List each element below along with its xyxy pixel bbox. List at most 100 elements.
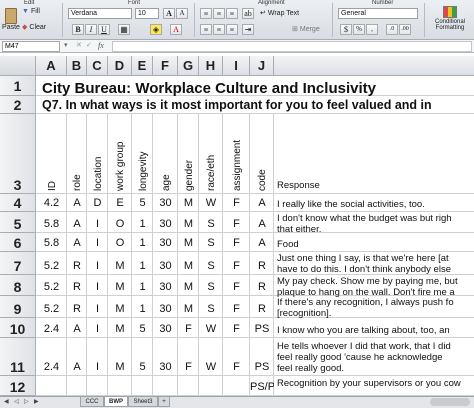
column-header-i[interactable]: I — [223, 56, 250, 76]
increase-decimal-icon[interactable]: .0 — [386, 24, 398, 35]
cell-f5[interactable]: 30 — [153, 218, 178, 230]
cell-j7[interactable]: R — [250, 260, 274, 272]
cell-i4[interactable]: F — [223, 197, 250, 209]
cell-d8[interactable]: M — [108, 281, 132, 293]
cell-c11[interactable]: I — [87, 361, 108, 373]
cell-h9[interactable]: S — [199, 303, 223, 315]
percent-icon[interactable]: % — [353, 24, 365, 35]
indent-icon[interactable]: ⇥ — [242, 24, 254, 35]
cell-i7[interactable]: F — [223, 260, 250, 272]
tab-ccc[interactable]: CCC — [80, 397, 104, 407]
clear-button[interactable]: ◆ Clear — [22, 23, 46, 32]
response-line[interactable]: feel really good 'cause he acknowledge — [274, 352, 474, 363]
cell-d6[interactable]: O — [108, 237, 132, 249]
cell-i9[interactable]: F — [223, 303, 250, 315]
cell-b7[interactable]: R — [67, 260, 87, 272]
cell-e5[interactable]: 1 — [132, 218, 153, 230]
cell-f9[interactable]: 30 — [153, 303, 178, 315]
orientation-icon[interactable]: ab — [242, 8, 254, 19]
merge-button[interactable]: ⊞ Merge — [292, 25, 320, 34]
row-header-11[interactable]: 11 — [0, 338, 36, 376]
tab-bwp[interactable]: BWP — [104, 397, 128, 407]
cell-e11[interactable]: 5 — [132, 361, 153, 373]
cell-c4[interactable]: D — [87, 197, 108, 209]
response-line[interactable]: My pay check. Show me by paying me, but — [274, 276, 474, 287]
borders-icon[interactable]: ▦ — [118, 24, 130, 35]
cell-b5[interactable]: A — [67, 218, 87, 230]
tab-sheet3[interactable]: Sheet3 — [128, 397, 158, 407]
decrease-decimal-icon[interactable]: .00 — [399, 24, 411, 35]
align-middle-icon[interactable]: ≡ — [213, 24, 225, 35]
cell-a11[interactable]: 2.4 — [36, 361, 67, 373]
cell-f6[interactable]: 30 — [153, 237, 178, 249]
cell-i11[interactable]: F — [223, 361, 250, 373]
column-header-j[interactable]: J — [250, 56, 274, 76]
cell-b8[interactable]: R — [67, 281, 87, 293]
align-right-icon[interactable]: ≡ — [226, 8, 238, 19]
response-line[interactable]: [recognition]. — [274, 308, 474, 319]
next-sheet-icon[interactable]: ▷ — [24, 398, 29, 405]
response-line[interactable]: feel really good. — [274, 363, 474, 374]
conditional-formatting-button[interactable]: Conditional Formatting — [428, 6, 472, 31]
function-icon[interactable]: fx — [98, 41, 104, 50]
cell-b10[interactable]: A — [67, 323, 87, 335]
row-header-1[interactable]: 1 — [0, 76, 36, 96]
cell-h7[interactable]: S — [199, 260, 223, 272]
cell-f11[interactable]: 30 — [153, 361, 178, 373]
cell-g10[interactable]: F — [178, 323, 199, 335]
formula-input[interactable] — [112, 41, 472, 52]
cell-d11[interactable]: M — [108, 361, 132, 373]
cell-j4[interactable]: A — [250, 197, 274, 209]
cell-g8[interactable]: M — [178, 281, 199, 293]
response-line[interactable]: I know who you are talking about, too, a… — [274, 325, 474, 336]
font-size-select[interactable]: 10 — [135, 8, 159, 19]
cell-j9[interactable]: R — [250, 303, 274, 315]
cell-f7[interactable]: 30 — [153, 260, 178, 272]
cell-j11[interactable]: PS — [250, 361, 274, 373]
cell-g4[interactable]: M — [178, 197, 199, 209]
underline-button[interactable]: U — [98, 24, 110, 35]
row-header-6[interactable]: 6 — [0, 233, 36, 252]
cell-e4[interactable]: 5 — [132, 197, 153, 209]
column-header-e[interactable]: E — [132, 56, 153, 76]
cell-j10[interactable]: PS — [250, 323, 274, 335]
cell-a7[interactable]: 5.2 — [36, 260, 67, 272]
response-line[interactable]: have to do this. I don't think anybody e… — [274, 264, 474, 275]
row-header-12[interactable]: 12 — [0, 376, 36, 396]
italic-button[interactable]: I — [85, 24, 97, 35]
cell-f8[interactable]: 30 — [153, 281, 178, 293]
cell-b9[interactable]: R — [67, 303, 87, 315]
response-line[interactable]: I really like the social activities, too… — [274, 199, 474, 210]
horizontal-scrollbar[interactable] — [430, 398, 470, 406]
cell-a8[interactable]: 5.2 — [36, 281, 67, 293]
cell-a6[interactable]: 5.8 — [36, 237, 67, 249]
cell-g5[interactable]: M — [178, 218, 199, 230]
cell-j6[interactable]: A — [250, 237, 274, 249]
column-header-a[interactable]: A — [36, 56, 67, 76]
cell-h4[interactable]: W — [199, 197, 223, 209]
cell-j8[interactable]: R — [250, 281, 274, 293]
response-line[interactable]: that either. — [274, 224, 474, 235]
align-center-icon[interactable]: ≡ — [213, 8, 225, 19]
column-header-k[interactable] — [274, 56, 474, 76]
cell-g9[interactable]: M — [178, 303, 199, 315]
cell-e7[interactable]: 1 — [132, 260, 153, 272]
cell-d5[interactable]: O — [108, 218, 132, 230]
cell-c8[interactable]: I — [87, 281, 108, 293]
cell-j12[interactable]: PS/P — [250, 381, 274, 393]
fill-color-icon[interactable]: ◈ — [150, 24, 162, 35]
column-header-f[interactable]: F — [153, 56, 178, 76]
row-header-7[interactable]: 7 — [0, 252, 36, 275]
cell-d7[interactable]: M — [108, 260, 132, 272]
cell-j5[interactable]: A — [250, 218, 274, 230]
cell-i6[interactable]: F — [223, 237, 250, 249]
cell-c7[interactable]: I — [87, 260, 108, 272]
row-header-4[interactable]: 4 — [0, 194, 36, 212]
cell-c5[interactable]: I — [87, 218, 108, 230]
cell-c10[interactable]: I — [87, 323, 108, 335]
cell-g7[interactable]: M — [178, 260, 199, 272]
column-header-g[interactable]: G — [178, 56, 199, 76]
column-header-h[interactable]: H — [199, 56, 223, 76]
cell-h10[interactable]: W — [199, 323, 223, 335]
add-sheet-button[interactable]: + — [158, 397, 170, 407]
